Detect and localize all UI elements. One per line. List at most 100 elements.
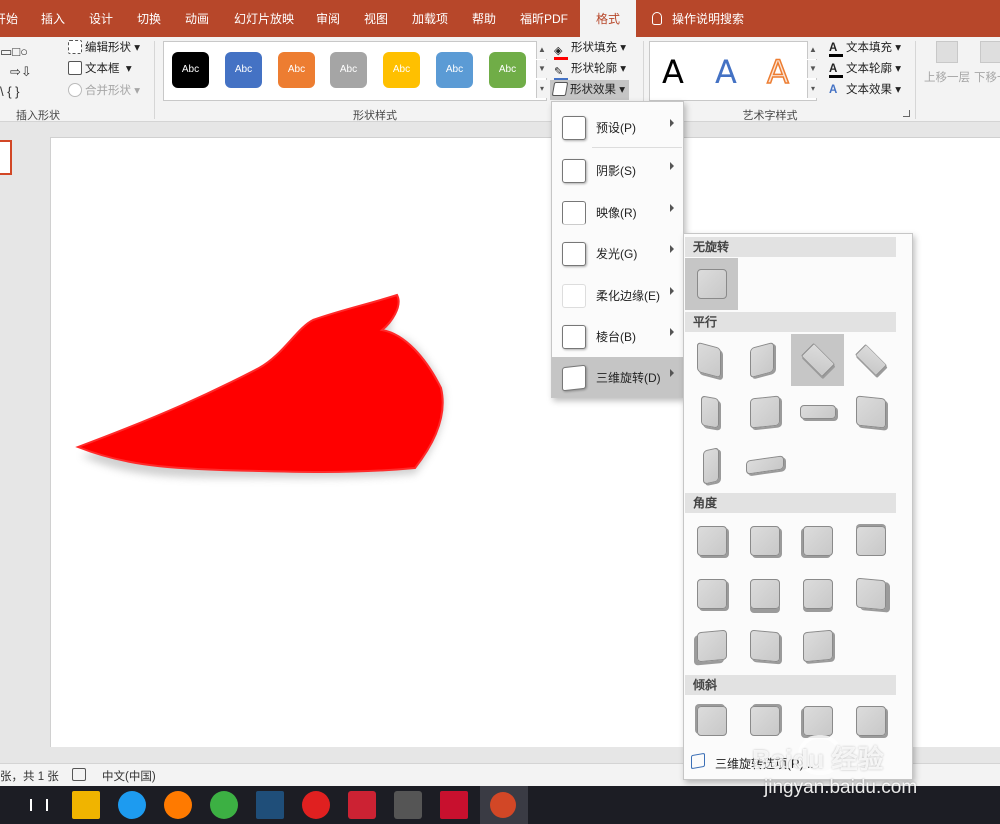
shape-row-2[interactable]: ⇨⇩	[0, 62, 48, 82]
chevron-right-icon	[670, 204, 674, 212]
perspective-option[interactable]	[738, 620, 791, 672]
no-rotation-option[interactable]	[685, 258, 738, 310]
perspective-option[interactable]	[791, 620, 844, 672]
menu-item-shadow[interactable]: 阴影(S)	[552, 150, 683, 190]
perspective-option[interactable]	[738, 568, 791, 620]
perspective-option[interactable]	[844, 568, 897, 620]
perspective-option[interactable]	[791, 515, 844, 567]
language-indicator[interactable]: 中文(中国)	[102, 768, 156, 784]
red-freeform-shape[interactable]	[75, 293, 444, 473]
gallery-scroll-up-button[interactable]: ▲	[536, 41, 547, 59]
text-outline-icon: A	[829, 63, 843, 78]
oblique-option[interactable]	[685, 697, 738, 749]
parallel-option[interactable]	[685, 386, 738, 438]
parallel-option[interactable]	[844, 334, 897, 386]
perspective-option[interactable]	[791, 568, 844, 620]
firefox-icon[interactable]	[164, 791, 192, 819]
tab-transitions[interactable]: 切换	[137, 0, 161, 37]
dialog-launcher-icon[interactable]	[903, 110, 910, 117]
gallery-scroll-down-button[interactable]: ▼	[536, 60, 547, 78]
edit-shape-button[interactable]: 编辑形状 ▾	[68, 38, 140, 58]
shape-row-1[interactable]: ▭□○	[0, 42, 48, 62]
tab-foxit-pdf[interactable]: 福昕PDF	[520, 0, 568, 37]
tab-insert[interactable]: 插入	[41, 0, 65, 37]
cube-preview-icon	[697, 269, 727, 299]
tab-home[interactable]: 开始	[0, 0, 18, 37]
perspective-option[interactable]	[738, 515, 791, 567]
shape-style-gray[interactable]: Abc	[330, 52, 367, 88]
browser-q-icon[interactable]	[118, 791, 146, 819]
menu-item-reflection[interactable]: 映像(R)	[552, 192, 683, 232]
powerpoint-taskbar-button[interactable]	[480, 786, 528, 824]
perspective-option[interactable]	[685, 620, 738, 672]
shape-row-3[interactable]: \ { }	[0, 82, 48, 102]
perspective-option[interactable]	[844, 515, 897, 567]
wordart-scroll-down-button[interactable]: ▼	[807, 60, 818, 78]
tab-format[interactable]: 格式	[580, 0, 636, 37]
glow-icon	[562, 242, 586, 266]
menu-item-3d-rotation[interactable]: 三维旋转(D)	[552, 357, 683, 397]
menu-item-soft-edges[interactable]: 柔化边缘(E)	[552, 275, 683, 315]
gallery-more-button[interactable]: ▾	[536, 80, 547, 98]
tab-addins[interactable]: 加载项	[412, 0, 448, 37]
parallel-option[interactable]	[791, 334, 844, 386]
netease-music-icon[interactable]	[302, 791, 330, 819]
eye-app-icon[interactable]	[394, 791, 422, 819]
tab-design[interactable]: 设计	[89, 0, 113, 37]
parallel-option[interactable]	[685, 334, 738, 386]
shape-style-green[interactable]: Abc	[489, 52, 526, 88]
tell-me-label: 操作说明搜索	[672, 12, 745, 26]
text-effects-label: 文本效果	[846, 84, 892, 96]
perspective-option[interactable]	[685, 515, 738, 567]
tab-review[interactable]: 审阅	[316, 0, 340, 37]
bring-forward-button[interactable]: 上移一层	[921, 41, 973, 96]
parallel-option[interactable]	[685, 438, 738, 490]
tell-me-search[interactable]: 操作说明搜索	[652, 0, 744, 37]
parallel-option[interactable]	[738, 438, 791, 490]
shape-picker[interactable]: ▭□○ ⇨⇩ \ { }	[0, 42, 48, 102]
shape-style-blue[interactable]: Abc	[225, 52, 262, 88]
parallel-option[interactable]	[791, 386, 844, 438]
shape-outline-button[interactable]: ✎ 形状轮廓 ▾	[554, 59, 626, 81]
text-fill-button[interactable]: A 文本填充 ▾	[829, 38, 901, 58]
wordart-style-orange-outline[interactable]: A	[766, 52, 789, 92]
parallel-option[interactable]	[844, 386, 897, 438]
shape-fill-button[interactable]: ◈ 形状填充 ▾	[554, 38, 626, 60]
text-effects-button[interactable]: A 文本效果 ▾	[829, 80, 901, 100]
parallel-option[interactable]	[738, 386, 791, 438]
revit-icon[interactable]	[256, 791, 284, 819]
parallel-option[interactable]	[738, 334, 791, 386]
tab-animations[interactable]: 动画	[185, 0, 209, 37]
menu-item-glow[interactable]: 发光(G)	[552, 233, 683, 273]
task-view-icon[interactable]	[26, 791, 54, 819]
send-backward-button[interactable]: 下移一	[974, 41, 1000, 96]
slide-thumbnail[interactable]	[0, 140, 12, 175]
autocad-icon[interactable]	[440, 791, 468, 819]
file-explorer-icon[interactable]	[72, 791, 100, 819]
shape-style-light-blue[interactable]: Abc	[436, 52, 473, 88]
text-box-button[interactable]: 文本框 ▾	[68, 59, 132, 79]
shape-style-orange[interactable]: Abc	[278, 52, 315, 88]
menu-item-preset[interactable]: 预设(P)	[552, 107, 683, 147]
bring-forward-icon	[936, 41, 958, 63]
red-app-icon[interactable]	[348, 791, 376, 819]
tab-help[interactable]: 帮助	[472, 0, 496, 37]
notes-icon[interactable]	[72, 768, 86, 781]
wordart-scroll-up-button[interactable]: ▲	[807, 41, 818, 59]
perspective-option[interactable]	[685, 568, 738, 620]
cube-preview-icon	[750, 706, 780, 736]
wordart-more-button[interactable]: ▾	[807, 80, 818, 98]
merge-shapes-button[interactable]: 合并形状 ▾	[68, 81, 140, 101]
tab-slideshow[interactable]: 幻灯片放映	[234, 0, 294, 37]
menu-item-label: 阴影(S)	[596, 164, 636, 178]
tab-view[interactable]: 视图	[364, 0, 388, 37]
text-outline-button[interactable]: A 文本轮廓 ▾	[829, 59, 901, 79]
cube-preview-icon	[750, 395, 780, 429]
menu-item-bevel[interactable]: 棱台(B)	[552, 316, 683, 356]
shape-style-black[interactable]: Abc	[172, 52, 209, 88]
wordart-style-black[interactable]: A	[662, 52, 684, 92]
shape-effects-button[interactable]: 形状效果 ▾	[550, 80, 629, 100]
refresh-browser-icon[interactable]	[210, 791, 238, 819]
wordart-style-blue[interactable]: A	[715, 52, 737, 92]
shape-style-gold[interactable]: Abc	[383, 52, 420, 88]
